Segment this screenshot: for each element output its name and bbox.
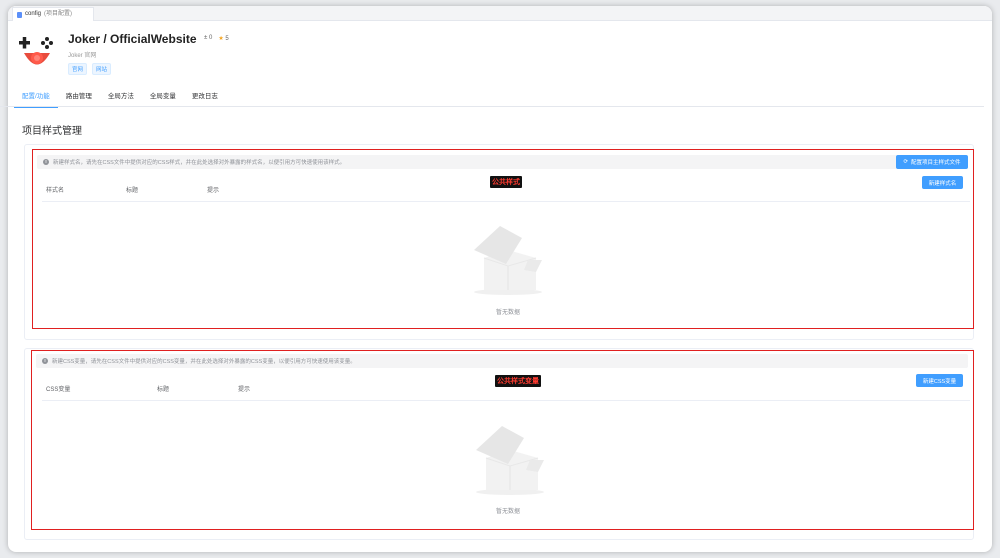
tab-sublabel: (项目配置) — [44, 11, 73, 17]
nav-divider — [0, 106, 984, 107]
tab-global-methods[interactable]: 全局方法 — [100, 90, 142, 106]
star-count: ★ 5 — [218, 36, 229, 42]
tab-global-variables[interactable]: 全局变量 — [142, 90, 184, 106]
tab-label: config — [25, 11, 42, 17]
tab-config-features[interactable]: 配置/功能 — [14, 90, 58, 108]
tab-route-management[interactable]: 路由管理 — [58, 90, 100, 106]
project-header: Joker / OfficialWebsite ± 0 ★ 5 Joker 官网… — [16, 32, 976, 92]
tab-bar: config (项目配置) — [8, 6, 992, 21]
page-title: 项目样式管理 — [22, 126, 82, 137]
main-nav: 配置/功能 路由管理 全局方法 全局变量 更改日志 — [14, 90, 226, 108]
project-tags: 官网 网站 — [68, 63, 112, 75]
tag: 网站 — [92, 63, 112, 75]
project-stats: ± 0 ★ 5 — [204, 35, 229, 42]
file-icon — [17, 11, 22, 18]
tab-config[interactable]: config (项目配置) — [12, 7, 94, 21]
fork-count: ± 0 — [204, 35, 213, 41]
highlight-box-styles — [32, 149, 974, 329]
clown-logo-icon — [19, 37, 53, 65]
tab-changelog[interactable]: 更改日志 — [184, 90, 226, 106]
project-subtitle: Joker 官网 — [68, 53, 97, 59]
project-title: Joker / OfficialWebsite — [68, 32, 197, 46]
tag: 官网 — [68, 63, 88, 75]
star-icon: ★ — [218, 36, 224, 42]
highlight-box-variables — [31, 350, 974, 530]
